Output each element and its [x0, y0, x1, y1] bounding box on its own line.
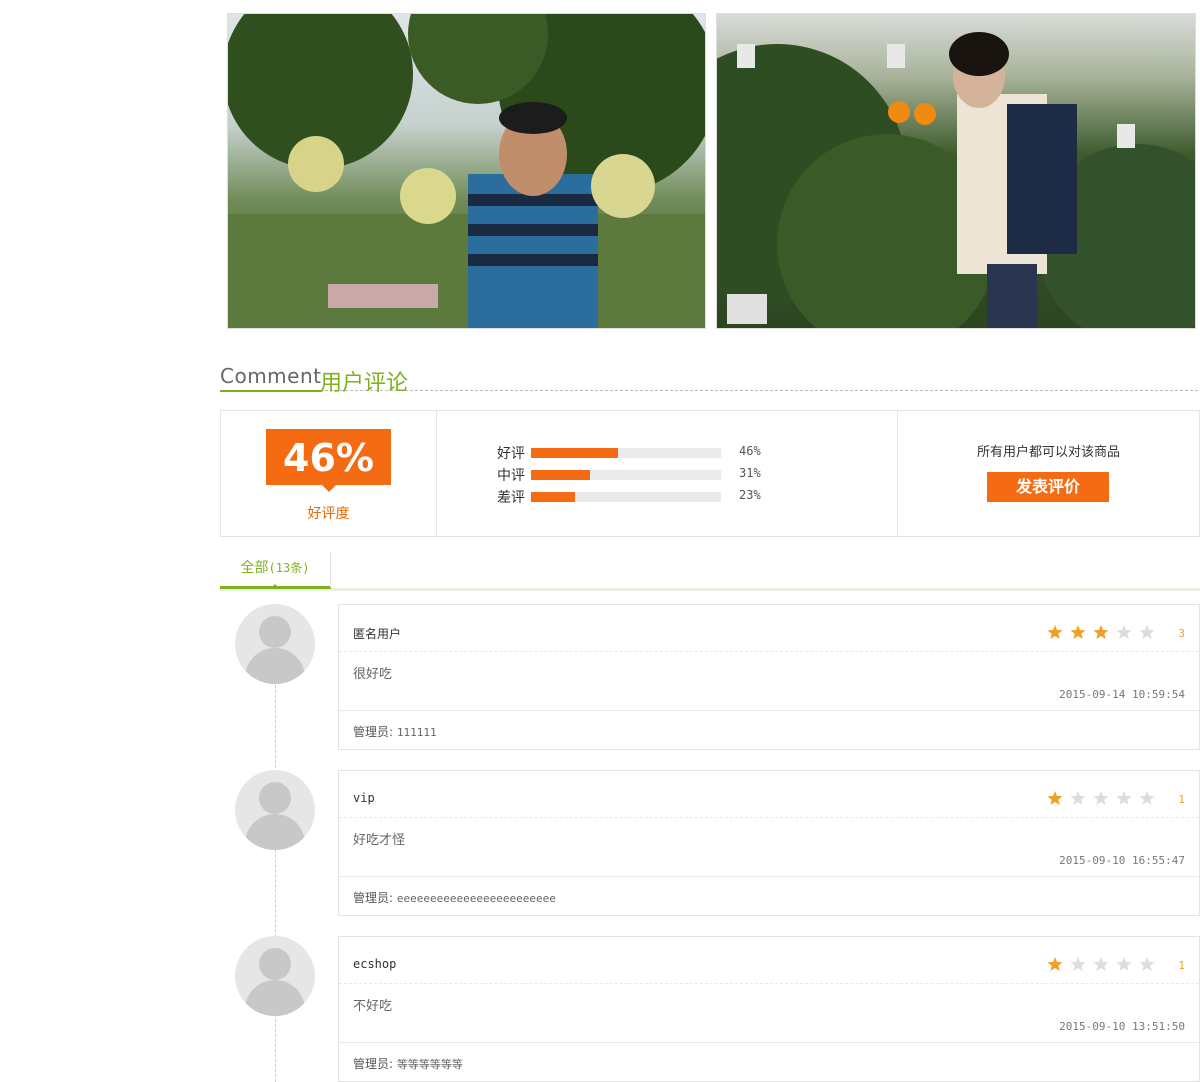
star-empty-icon [1093, 956, 1109, 972]
star-filled-icon [1047, 790, 1063, 806]
review-notice: 所有用户都可以对该商品 [976, 445, 1120, 460]
rating-row-value: 23% [739, 488, 761, 502]
rating-summary: 46% 好评度 好评 46% 中评 31% 差评 23% 所有用户都可以对该商品… [220, 410, 1200, 537]
admin-reply-text: 111111 [396, 726, 437, 739]
star-empty-icon [1116, 790, 1132, 806]
star-rating [1040, 956, 1155, 974]
star-empty-icon [1139, 790, 1155, 806]
comment-time: 2015-09-14 10:59:54 [1059, 688, 1185, 701]
star-filled-icon [1047, 956, 1063, 972]
admin-reply-label: 管理员: [353, 1057, 394, 1071]
comment-time: 2015-09-10 16:55:47 [1059, 854, 1185, 867]
avatar [235, 604, 315, 684]
comment-text: 不好吃 [353, 999, 393, 1014]
rating-bar-fill [531, 492, 575, 502]
comment-tabs: 全部(13条) [220, 552, 1200, 591]
rating-row-value: 31% [739, 466, 761, 480]
rating-bar-fill [531, 470, 590, 480]
rating-bar [531, 492, 721, 502]
rating-row-value: 46% [739, 444, 761, 458]
tab-active-arrow-icon [270, 584, 280, 589]
comment-username: 匿名用户 [353, 627, 402, 641]
tab-all-comments[interactable]: 全部(13条) [220, 552, 331, 589]
star-rating [1040, 790, 1155, 808]
rating-row-label: 差评 [497, 490, 525, 506]
tab-all-count: (13条) [268, 561, 310, 575]
star-empty-icon [1093, 790, 1109, 806]
admin-reply-text: eeeeeeeeeeeeeeeeeeeeeeee [396, 892, 556, 905]
star-empty-icon [1139, 624, 1155, 640]
woman-holding-oranges-photo [716, 13, 1196, 329]
tab-all-label: 全部 [240, 560, 269, 576]
good-rate-label: 好评度 [307, 506, 350, 522]
admin-reply: 管理员: eeeeeeeeeeeeeeeeeeeeeeee [353, 889, 556, 906]
comment-card: vip 1 好吃才怪 2015-09-10 16:55:47 管理员: eeee… [338, 770, 1200, 916]
admin-reply-label: 管理员: [353, 891, 394, 905]
admin-reply: 管理员: 等等等等等等 [353, 1055, 463, 1072]
section-title-cn: 用户评论 [320, 371, 409, 396]
rating-breakdown: 好评 46% 中评 31% 差评 23% [437, 411, 898, 536]
comment-text: 很好吃 [353, 667, 393, 682]
rating-bar-fill [531, 448, 619, 458]
rating-row-label: 中评 [497, 468, 525, 484]
comment-card: 匿名用户 3 很好吃 2015-09-14 10:59:54 管理员: 1111… [338, 604, 1200, 750]
admin-reply-label: 管理员: [353, 725, 394, 739]
star-empty-icon [1070, 956, 1086, 972]
post-review-cell: 所有用户都可以对该商品 发表评价 [898, 411, 1199, 536]
comment-username: ecshop [353, 957, 397, 971]
man-holding-pomelos-photo [227, 13, 706, 329]
comment-section-header: Comment 用户评论 [220, 362, 1198, 396]
rating-bar [531, 470, 721, 480]
good-rate-percent: 46% [266, 429, 391, 492]
star-empty-icon [1116, 624, 1132, 640]
star-filled-icon [1047, 624, 1063, 640]
comment-username: vip [353, 791, 375, 805]
star-filled-icon [1093, 624, 1109, 640]
timeline-line [275, 660, 276, 1082]
admin-reply: 管理员: 111111 [353, 723, 437, 740]
rating-row-label: 好评 [497, 446, 525, 462]
star-empty-icon [1139, 956, 1155, 972]
comment-score: 1 [1178, 959, 1185, 972]
comment-card: ecshop 1 不好吃 2015-09-10 13:51:50 管理员: 等等… [338, 936, 1200, 1082]
avatar [235, 770, 315, 850]
star-rating [1040, 624, 1155, 642]
star-empty-icon [1070, 790, 1086, 806]
avatar [235, 936, 315, 1016]
admin-reply-text: 等等等等等等 [396, 1058, 463, 1071]
section-title-en: Comment [220, 364, 322, 392]
star-empty-icon [1116, 956, 1132, 972]
comment-score: 1 [1178, 793, 1185, 806]
comment-text: 好吃才怪 [353, 833, 406, 848]
rating-bar [531, 448, 721, 458]
post-review-button[interactable]: 发表评价 [987, 472, 1109, 502]
comment-time: 2015-09-10 13:51:50 [1059, 1020, 1185, 1033]
comment-score: 3 [1178, 627, 1185, 640]
good-rate-cell: 46% 好评度 [221, 411, 437, 536]
star-filled-icon [1070, 624, 1086, 640]
